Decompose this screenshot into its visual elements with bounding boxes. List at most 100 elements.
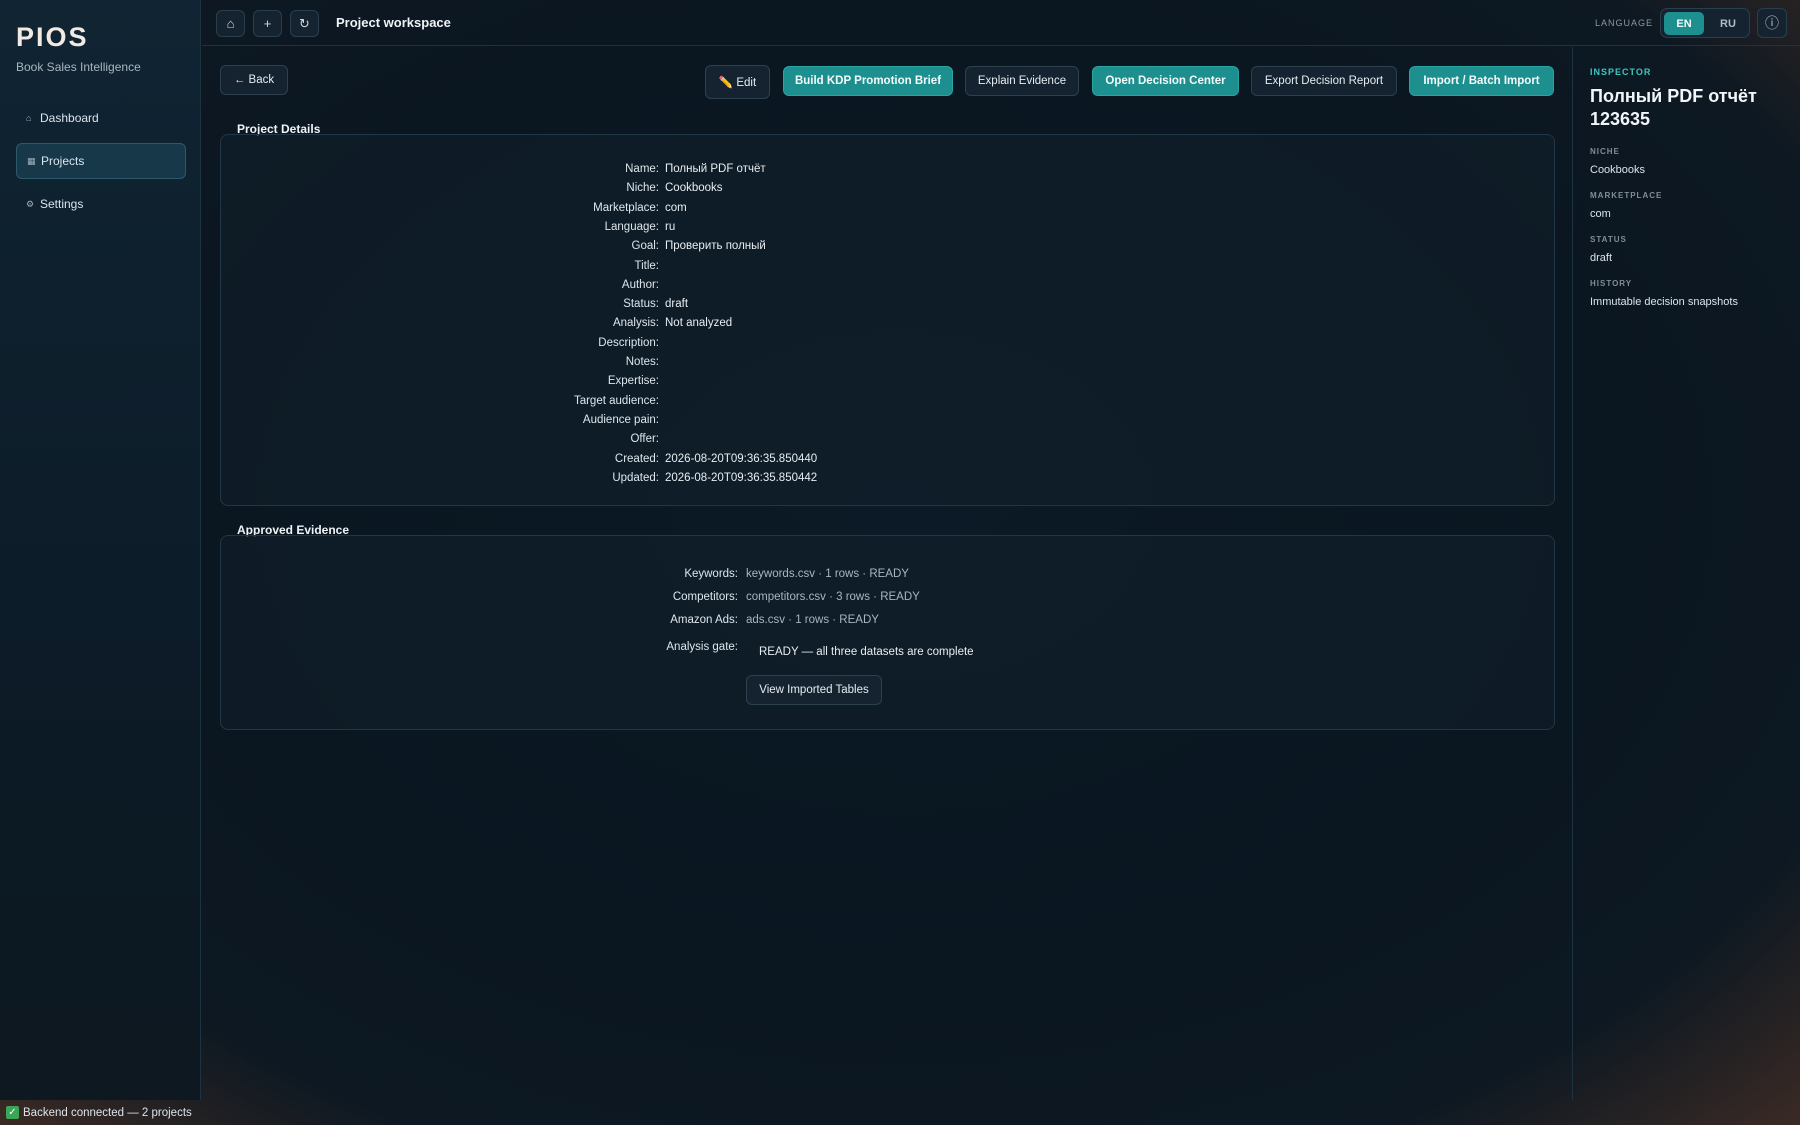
detail-row: Audience pain: [221,414,1554,432]
evidence-key-keywords: Keywords: [684,568,738,580]
detail-row: Status: draft [221,298,1554,316]
detail-value: draft [665,298,689,311]
detail-row: Created: 2026-08-20T09:36:35.850440 [221,453,1554,471]
detail-value: com [665,201,687,214]
check-icon: ✓ [6,1106,19,1119]
detail-key: Marketplace: [593,201,659,214]
explain-evidence-button[interactable]: Explain Evidence [965,66,1079,96]
status-bar: ✓ Backend connected — 2 projects [0,1100,1800,1125]
detail-key: Created: [614,452,659,465]
inspector-value-niche: Cookbooks [1590,164,1646,176]
status-text: Backend connected — 2 projects [23,1106,192,1119]
sidebar-item-projects[interactable]: ▦ Projects [16,143,186,179]
detail-key: Title: [634,259,660,272]
detail-value: 2026-08-20T09:36:35.850442 [665,471,818,484]
detail-key: Expertise: [607,375,659,388]
back-button[interactable]: ← Back [220,65,288,95]
detail-key: Notes: [625,356,659,368]
inspector-panel: INSPECTOR Полный PDF отчёт 123635 NICHE … [1572,47,1800,1100]
inspector-value-status: draft [1590,252,1613,264]
edit-button[interactable]: ✏️ Edit [705,65,770,99]
project-details-panel: Name: Полный PDF отчёт Niche: Cookbooks Mark… [220,134,1555,506]
inspector-label-niche: NICHE [1590,147,1620,156]
detail-row: Language: ru [221,221,1554,239]
detail-row: Niche: Cookbooks [221,182,1554,200]
detail-row: Goal: Проверить полный [221,240,1554,258]
detail-row: Title: [221,260,1554,278]
analysis-gate-key: Analysis gate: [666,641,738,653]
inspector-label-history: HISTORY [1590,279,1633,288]
house-icon: ⌂ [26,113,32,123]
detail-key: Updated: [612,471,659,484]
detail-row: Description: [221,337,1554,355]
grid-icon: ▦ [27,155,36,166]
detail-key: Audience pain: [582,413,659,426]
language-en-button[interactable]: EN [1664,12,1704,35]
language-toggle: EN RU [1660,8,1750,38]
detail-row: Notes: [221,356,1554,374]
detail-key: Analysis: [612,317,659,330]
sidebar-nav: ⌂ Dashboard ▦ Projects ⚙ Settings [16,100,186,229]
gear-icon: ⚙ [26,198,35,209]
detail-value: ru [665,220,676,233]
build-brief-button[interactable]: Build KDP Promotion Brief [783,66,953,96]
detail-key: Niche: [626,182,659,195]
sidebar-item-label: Projects [41,154,85,168]
language-label: LANGUAGE [1595,18,1654,28]
app-frame: PIOS Book Sales Intelligence ⌂ Dashboard… [0,0,1800,1125]
detail-row: Analysis: Not analyzed [221,317,1554,335]
refresh-button[interactable]: ↻ [290,10,319,37]
inspector-value-marketplace: com [1590,208,1611,220]
detail-key: Language: [604,220,659,233]
detail-row: Offer: [221,433,1554,451]
detail-row: Updated: 2026-08-20T09:36:35.850442 [221,472,1554,490]
detail-row: Name: Полный PDF отчёт [221,163,1554,181]
main-content: ← Back ✏️ Edit Build KDP Promotion Brief… [202,47,1571,1100]
import-batch-button[interactable]: Import / Batch Import [1409,66,1554,96]
detail-row: Expertise: [221,375,1554,393]
detail-key: Description: [598,336,659,349]
language-ru-button[interactable]: RU [1709,12,1747,35]
brand-subtitle: Book Sales Intelligence [16,60,141,74]
evidence-value-ads: ads.csv · 1 rows · READY [746,614,879,626]
sidebar-item-label: Dashboard [40,111,99,125]
sidebar-item-settings[interactable]: ⚙ Settings [16,186,186,222]
inspector-label-marketplace: MARKETPLACE [1590,191,1663,200]
detail-key: Status: [623,298,659,311]
detail-key: Goal: [631,240,660,253]
detail-key: Author: [621,278,659,291]
sidebar-item-dashboard[interactable]: ⌂ Dashboard [16,100,186,136]
inspector-title: Полный PDF отчёт 123635 [1590,86,1757,129]
detail-value: 2026-08-20T09:36:35.850440 [665,452,818,465]
detail-key: Offer: [630,433,659,446]
inspector-label-status: STATUS [1590,235,1627,244]
refresh-icon: ↻ [299,15,310,31]
evidence-value-keywords: keywords.csv · 1 rows · READY [746,568,909,580]
home-icon: ⌂ [226,16,235,31]
page-title: Project workspace [336,15,451,30]
sidebar-item-label: Settings [40,197,84,211]
detail-row: Marketplace: com [221,202,1554,220]
evidence-key-ads: Amazon Ads: [670,614,738,626]
detail-value: Полный PDF отчёт [665,163,766,175]
detail-value: Not analyzed [665,317,733,330]
detail-row: Author: [221,279,1554,297]
plus-icon: + [263,16,272,31]
view-imported-tables-button[interactable]: View Imported Tables [746,675,882,705]
detail-value: Проверить полный [665,240,766,253]
open-decision-center-button[interactable]: Open Decision Center [1092,66,1239,96]
sidebar: PIOS Book Sales Intelligence ⌂ Dashboard… [0,0,201,1100]
evidence-panel: Keywords: keywords.csv · 1 rows · READY … [220,535,1555,730]
info-button[interactable]: ⓘ [1757,8,1787,38]
top-bar: ⌂ + ↻ Project workspace LANGUAGE EN RU ⓘ [202,0,1800,46]
home-button[interactable]: ⌂ [216,10,245,37]
detail-key: Target audience: [573,394,659,407]
inspector-value-history: Immutable decision snapshots [1590,296,1738,308]
detail-value: Cookbooks [665,182,723,195]
evidence-key-competitors: Competitors: [672,591,738,603]
info-icon: ⓘ [1765,15,1779,31]
detail-row: Target audience: [221,395,1554,413]
detail-key: Name: [625,163,659,175]
add-button[interactable]: + [253,10,282,37]
export-report-button[interactable]: Export Decision Report [1251,66,1397,96]
